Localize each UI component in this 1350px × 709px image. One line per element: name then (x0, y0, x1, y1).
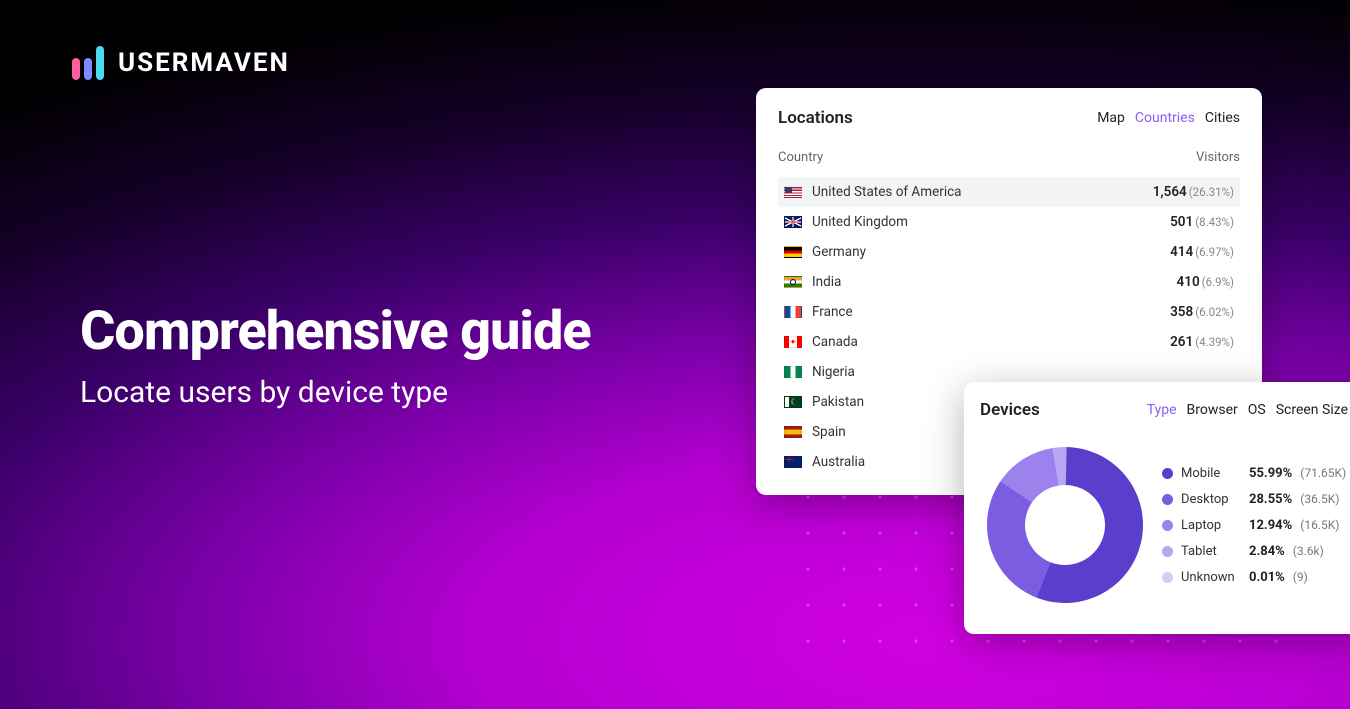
legend-label: Mobile (1181, 466, 1241, 481)
table-row[interactable]: France 358(6.02%) (778, 297, 1240, 327)
legend-count: (9) (1293, 570, 1308, 584)
country-name: India (812, 274, 841, 290)
devices-tab-os[interactable]: OS (1248, 402, 1266, 418)
locations-tab-cities[interactable]: Cities (1205, 110, 1240, 126)
legend-count: (16.5K) (1300, 518, 1339, 532)
locations-tab-countries[interactable]: Countries (1135, 110, 1195, 126)
visitor-count: 501 (1170, 214, 1193, 230)
country-name: United States of America (812, 184, 962, 200)
flag-icon (784, 216, 802, 228)
legend-swatch (1162, 468, 1173, 479)
locations-col-visitors: Visitors (1196, 150, 1240, 165)
legend-label: Laptop (1181, 518, 1241, 533)
visitor-count: 261 (1170, 334, 1193, 350)
legend-pct: 12.94% (1249, 518, 1292, 533)
visitor-count: 410 (1177, 274, 1200, 290)
country-name: Australia (812, 454, 865, 470)
table-row[interactable]: United States of America 1,564(26.31%) (778, 177, 1240, 207)
devices-tab-browser[interactable]: Browser (1187, 402, 1238, 418)
flag-icon (784, 186, 802, 198)
locations-tab-map[interactable]: Map (1097, 110, 1125, 126)
legend-swatch (1162, 494, 1173, 505)
legend-label: Desktop (1181, 492, 1241, 507)
visitor-pct: (6.02%) (1195, 305, 1234, 319)
flag-icon (784, 426, 802, 438)
country-name: United Kingdom (812, 214, 908, 230)
visitor-pct: (8.43%) (1195, 215, 1234, 229)
table-row[interactable]: Canada 261(4.39%) (778, 327, 1240, 357)
legend-count: (71.65K) (1300, 466, 1346, 480)
country-name: Germany (812, 244, 866, 260)
visitor-count: 414 (1170, 244, 1193, 260)
flag-icon (784, 396, 802, 408)
flag-icon (784, 366, 802, 378)
locations-title: Locations (778, 108, 853, 128)
legend-pct: 55.99% (1249, 466, 1292, 481)
country-name: Spain (812, 424, 846, 440)
devices-legend: Mobile 55.99% (71.65K) Desktop 28.55% (36.5K)… (1162, 466, 1348, 585)
visitor-count: 358 (1170, 304, 1193, 320)
legend-count: (36.5K) (1300, 492, 1339, 506)
brand-logo: USERMAVEN (72, 46, 290, 80)
devices-title: Devices (980, 400, 1040, 420)
flag-icon (784, 306, 802, 318)
legend-item: Mobile 55.99% (71.65K) (1162, 466, 1348, 481)
legend-swatch (1162, 572, 1173, 583)
visitor-pct: (6.97%) (1195, 245, 1234, 259)
table-row[interactable]: United Kingdom 501(8.43%) (778, 207, 1240, 237)
devices-tab-type[interactable]: Type (1147, 402, 1177, 418)
legend-label: Tablet (1181, 544, 1241, 559)
devices-tab-screen-size[interactable]: Screen Size (1276, 402, 1348, 418)
visitor-pct: (26.31%) (1189, 185, 1234, 199)
flag-icon (784, 456, 802, 468)
country-name: Nigeria (812, 364, 855, 380)
legend-label: Unknown (1181, 570, 1241, 585)
country-name: France (812, 304, 853, 320)
table-row[interactable]: Germany 414(6.97%) (778, 237, 1240, 267)
visitor-count: 1,564 (1153, 184, 1187, 200)
country-name: Pakistan (812, 394, 864, 410)
legend-item: Desktop 28.55% (36.5K) (1162, 492, 1348, 507)
legend-swatch (1162, 546, 1173, 557)
legend-item: Unknown 0.01% (9) (1162, 570, 1348, 585)
legend-item: Tablet 2.84% (3.6k) (1162, 544, 1348, 559)
flag-icon (784, 276, 802, 288)
devices-card: Devices Type Browser OS Screen Size Mobile 5… (964, 382, 1350, 634)
devices-donut-chart (980, 440, 1150, 610)
legend-pct: 2.84% (1249, 544, 1285, 559)
table-row[interactable]: India 410(6.9%) (778, 267, 1240, 297)
hero-subtitle: Locate users by device type (80, 375, 591, 410)
hero-title: Comprehensive guide (80, 300, 591, 363)
legend-item: Laptop 12.94% (16.5K) (1162, 518, 1348, 533)
country-name: Canada (812, 334, 858, 350)
logo-icon (72, 46, 104, 80)
legend-pct: 0.01% (1249, 570, 1285, 585)
visitor-pct: (6.9%) (1202, 275, 1234, 289)
devices-tabs: Type Browser OS Screen Size (1147, 402, 1348, 418)
visitor-pct: (4.39%) (1195, 335, 1234, 349)
flag-icon (784, 336, 802, 348)
legend-swatch (1162, 520, 1173, 531)
legend-pct: 28.55% (1249, 492, 1292, 507)
hero-text: Comprehensive guide Locate users by devi… (80, 300, 591, 410)
legend-count: (3.6k) (1293, 544, 1324, 558)
brand-name: USERMAVEN (118, 48, 290, 78)
locations-col-country: Country (778, 150, 823, 165)
flag-icon (784, 246, 802, 258)
locations-tabs: Map Countries Cities (1097, 110, 1240, 126)
